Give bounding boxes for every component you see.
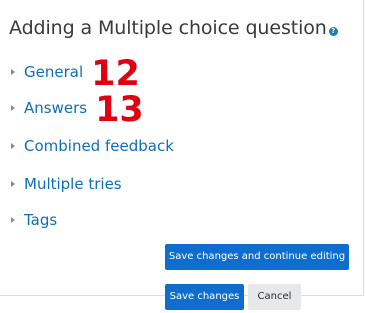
section-combined-feedback-label[interactable]: Combined feedback	[24, 137, 174, 155]
caret-right-icon	[11, 181, 15, 187]
section-general[interactable]: General 12	[11, 56, 140, 91]
cancel-button[interactable]: Cancel	[248, 284, 301, 310]
caret-right-icon	[11, 143, 15, 149]
page-title: Adding a Multiple choice question?	[9, 17, 338, 39]
caret-right-icon	[11, 217, 15, 223]
section-multiple-tries[interactable]: Multiple tries	[11, 172, 122, 196]
save-and-continue-button[interactable]: Save changes and continue editing	[165, 244, 349, 270]
caret-right-icon	[11, 105, 15, 111]
section-multiple-tries-label[interactable]: Multiple tries	[24, 175, 122, 193]
section-combined-feedback[interactable]: Combined feedback	[11, 134, 174, 158]
section-general-label[interactable]: General	[24, 63, 83, 81]
section-tags-label[interactable]: Tags	[24, 211, 57, 229]
section-answers-label[interactable]: Answers	[24, 99, 87, 117]
section-tags[interactable]: Tags	[11, 208, 57, 232]
annotation-number: 13	[95, 89, 144, 130]
question-circle-icon[interactable]: ?	[328, 27, 338, 36]
save-button[interactable]: Save changes	[165, 284, 244, 310]
page-title-text: Adding a Multiple choice question	[9, 17, 327, 39]
annotation-number: 12	[91, 53, 140, 94]
section-answers[interactable]: Answers 13	[11, 92, 144, 127]
caret-right-icon	[11, 69, 15, 75]
